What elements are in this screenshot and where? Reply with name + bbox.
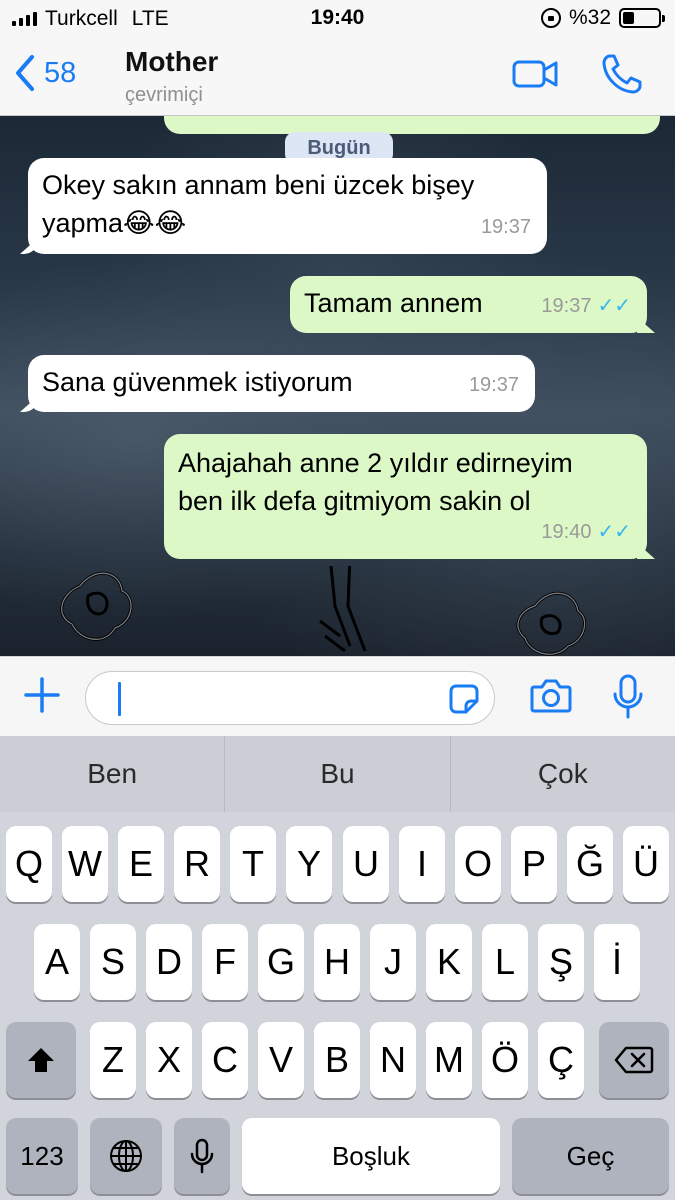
- message-input[interactable]: [85, 671, 495, 725]
- phone-icon: [602, 54, 642, 94]
- key[interactable]: R: [174, 826, 220, 902]
- keyboard: Q W E R T Y U I O P Ğ Ü A S D F G H J K …: [0, 812, 675, 1200]
- key[interactable]: Ö: [482, 1022, 528, 1098]
- time-label: 19:37: [541, 295, 592, 317]
- key[interactable]: J: [370, 924, 416, 1000]
- text-cursor: [118, 682, 121, 716]
- message-text: Sana güvenmek istiyorum: [42, 367, 353, 397]
- battery-fill: [623, 12, 634, 24]
- chevron-left-icon: [16, 55, 34, 91]
- key[interactable]: B: [314, 1022, 360, 1098]
- message-bubble-incoming[interactable]: Sana güvenmek istiyorum 19:37: [20, 355, 535, 412]
- unread-count: 58: [44, 56, 77, 89]
- key[interactable]: W: [62, 826, 108, 902]
- key[interactable]: S: [90, 924, 136, 1000]
- key[interactable]: C: [202, 1022, 248, 1098]
- video-camera-icon: [512, 60, 558, 88]
- microphone-icon: [613, 674, 643, 719]
- message-text: Ahajahah anne 2 yıldır edirneyim ben ilk…: [178, 444, 633, 520]
- space-key[interactable]: Boşluk: [242, 1118, 500, 1194]
- key[interactable]: Ç: [538, 1022, 584, 1098]
- video-call-button[interactable]: [512, 58, 558, 95]
- suggestion-3[interactable]: Çok: [451, 736, 675, 812]
- time-label: 19:37: [480, 216, 531, 238]
- message-time: 19:37: [481, 208, 531, 246]
- chat-header: 58 Mother çevrimiçi: [0, 36, 675, 116]
- message-bubble-incoming[interactable]: Okey sakın annam beni üzcek bişey yapma😂…: [20, 158, 547, 254]
- dictation-key[interactable]: [174, 1118, 230, 1194]
- read-receipt-icon: ✓✓: [597, 295, 631, 317]
- key[interactable]: I: [399, 826, 445, 902]
- key[interactable]: Ğ: [567, 826, 613, 902]
- predictive-text-bar: Ben Bu Çok: [0, 736, 675, 812]
- chat-area[interactable]: Bugün Okey sakın annam beni üzcek bişey …: [0, 116, 675, 656]
- key[interactable]: V: [258, 1022, 304, 1098]
- key[interactable]: D: [146, 924, 192, 1000]
- backspace-icon: [614, 1046, 654, 1074]
- voice-call-button[interactable]: [600, 52, 644, 101]
- message-text: Okey sakın annam beni üzcek bişey yapma😂…: [42, 166, 533, 242]
- key[interactable]: E: [118, 826, 164, 902]
- key[interactable]: Q: [6, 826, 52, 902]
- camera-icon: [530, 679, 572, 713]
- key[interactable]: P: [511, 826, 557, 902]
- message-bubble-outgoing[interactable]: Ahajahah anne 2 yıldır edirneyim ben ilk…: [164, 434, 655, 559]
- key[interactable]: N: [370, 1022, 416, 1098]
- key[interactable]: K: [426, 924, 472, 1000]
- message-input-bar: [0, 656, 675, 736]
- previous-message-bubble[interactable]: [164, 116, 660, 134]
- key[interactable]: Z: [90, 1022, 136, 1098]
- globe-icon: [110, 1140, 142, 1172]
- key[interactable]: Ş: [538, 924, 584, 1000]
- key[interactable]: Ü: [623, 826, 669, 902]
- key[interactable]: U: [343, 826, 389, 902]
- key[interactable]: G: [258, 924, 304, 1000]
- plus-icon: [24, 677, 60, 713]
- key[interactable]: Y: [286, 826, 332, 902]
- contact-status: çevrimiçi: [125, 84, 203, 106]
- suggestion-2[interactable]: Bu: [225, 736, 451, 812]
- time-label: 19:37: [468, 374, 519, 396]
- status-bar: Turkcell LTE 19:40 %32: [0, 0, 675, 36]
- battery-percent: %32: [568, 6, 611, 29]
- message-text-line: yapma😂😂: [42, 208, 187, 238]
- time-label: 19:40: [541, 521, 592, 543]
- rotation-lock-icon: [540, 8, 561, 28]
- backspace-key[interactable]: [599, 1022, 669, 1098]
- status-right: %32: [540, 6, 665, 30]
- battery-icon: [619, 8, 665, 28]
- numbers-key[interactable]: 123: [6, 1118, 78, 1194]
- key[interactable]: L: [482, 924, 528, 1000]
- microphone-icon: [190, 1138, 214, 1174]
- key[interactable]: M: [426, 1022, 472, 1098]
- sticker-button[interactable]: [448, 683, 480, 720]
- key[interactable]: A: [34, 924, 80, 1000]
- language-key[interactable]: [90, 1118, 162, 1194]
- message-time: 19:40 ✓✓: [541, 513, 631, 551]
- key[interactable]: O: [455, 826, 501, 902]
- message-bubble-outgoing[interactable]: Tamam annem 19:37 ✓✓: [290, 276, 655, 333]
- shift-key[interactable]: [6, 1022, 76, 1098]
- key[interactable]: H: [314, 924, 360, 1000]
- attach-button[interactable]: [24, 677, 60, 718]
- message-time: 19:37 ✓✓: [541, 287, 631, 325]
- shift-icon: [28, 1048, 54, 1072]
- camera-button[interactable]: [530, 677, 572, 720]
- key[interactable]: X: [146, 1022, 192, 1098]
- key[interactable]: T: [230, 826, 276, 902]
- wallpaper-art: [60, 566, 587, 656]
- read-receipt-icon: ✓✓: [597, 521, 631, 543]
- back-button[interactable]: 58: [14, 54, 76, 92]
- suggestion-1[interactable]: Ben: [0, 736, 226, 812]
- key[interactable]: F: [202, 924, 248, 1000]
- contact-name[interactable]: Mother: [125, 46, 218, 78]
- return-key[interactable]: Geç: [512, 1118, 669, 1194]
- message-time: 19:37: [469, 366, 519, 404]
- message-text-line: Ahajahah anne 2 yıldır edirneyim: [178, 448, 573, 478]
- sticker-icon: [449, 684, 479, 714]
- message-text-line: Okey sakın annam beni üzcek bişey: [42, 170, 475, 200]
- key[interactable]: İ: [594, 924, 640, 1000]
- voice-message-button[interactable]: [612, 674, 644, 725]
